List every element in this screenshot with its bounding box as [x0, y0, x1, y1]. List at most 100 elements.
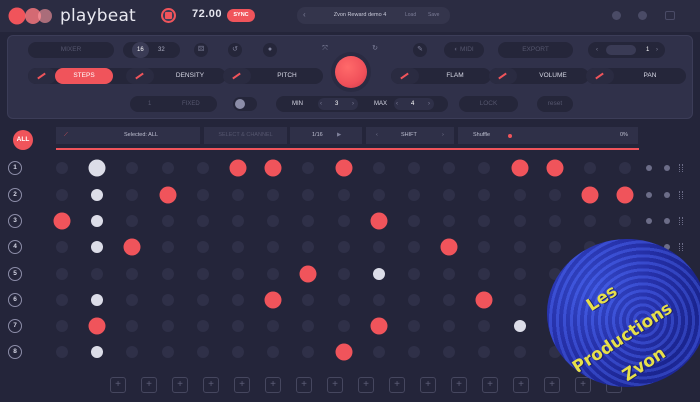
step-cell[interactable]: [161, 346, 174, 358]
step-cell[interactable]: [478, 320, 491, 332]
step-cell[interactable]: [196, 162, 209, 174]
expand-icon[interactable]: ⤧: [318, 42, 332, 56]
step-cell[interactable]: [337, 320, 350, 332]
shuffle-control[interactable]: Shuffle 0%: [458, 127, 638, 144]
step-cell[interactable]: [408, 268, 420, 280]
step-cell[interactable]: [443, 162, 456, 174]
step-cell[interactable]: [56, 189, 68, 201]
step-cell[interactable]: [548, 189, 561, 201]
step-cell[interactable]: [513, 241, 526, 253]
add-step-button[interactable]: +: [389, 377, 405, 393]
step-cell-active[interactable]: [546, 159, 564, 177]
max-increment-icon[interactable]: ›: [428, 96, 430, 112]
step-cell[interactable]: [337, 294, 350, 306]
steps-32-option[interactable]: 32: [158, 42, 165, 58]
step-cell[interactable]: [408, 189, 420, 201]
step-cell-active[interactable]: [229, 159, 247, 177]
preset-load-button[interactable]: Load: [405, 12, 416, 18]
lock-button[interactable]: LOCK: [459, 96, 518, 112]
step-cell-active[interactable]: [91, 241, 104, 253]
export-button[interactable]: EXPORT: [498, 42, 573, 58]
row-mute-toggle[interactable]: [646, 165, 652, 171]
add-step-button[interactable]: +: [141, 377, 157, 393]
step-cell[interactable]: [196, 320, 209, 332]
step-cell[interactable]: [232, 320, 244, 332]
step-cell[interactable]: [126, 215, 139, 227]
step-cell-active[interactable]: [91, 215, 104, 227]
pattern-pager[interactable]: ‹ 1 ›: [588, 42, 665, 58]
row-number[interactable]: 7: [8, 319, 22, 333]
step-cell-active[interactable]: [372, 268, 385, 280]
step-cell[interactable]: [408, 215, 420, 227]
add-step-button[interactable]: +: [234, 377, 250, 393]
step-cell[interactable]: [513, 294, 526, 306]
step-cell[interactable]: [584, 215, 596, 227]
step-cell-active[interactable]: [370, 317, 388, 335]
row-number[interactable]: 4: [8, 240, 22, 254]
step-cell[interactable]: [337, 189, 350, 201]
param-flam[interactable]: FLAM: [391, 68, 491, 84]
row-number[interactable]: 1: [8, 161, 22, 175]
add-step-button[interactable]: +: [327, 377, 343, 393]
step-cell[interactable]: [196, 346, 209, 358]
step-cell-active[interactable]: [335, 159, 353, 177]
pager-prev-icon[interactable]: ‹: [596, 42, 598, 58]
step-cell[interactable]: [372, 294, 385, 306]
select-channel-button[interactable]: SELECT & CHANNEL: [204, 127, 287, 144]
rate-selector[interactable]: 1/16 ▶: [290, 127, 362, 144]
add-step-button[interactable]: +: [358, 377, 374, 393]
step-cell[interactable]: [478, 346, 491, 358]
preset-prev-icon[interactable]: ‹: [303, 10, 306, 19]
step-cell-active[interactable]: [88, 317, 106, 335]
step-cell[interactable]: [619, 162, 632, 174]
step-cell-active[interactable]: [513, 320, 526, 332]
step-cell[interactable]: [126, 268, 139, 280]
all-channels-button[interactable]: ALL: [13, 130, 33, 150]
step-cell[interactable]: [584, 162, 596, 174]
step-cell[interactable]: [232, 189, 244, 201]
row-drag-handle[interactable]: [679, 217, 683, 225]
row-solo-toggle[interactable]: [664, 218, 670, 224]
add-step-button[interactable]: +: [296, 377, 312, 393]
step-cell[interactable]: [126, 320, 139, 332]
param-pan[interactable]: PAN: [586, 68, 686, 84]
refresh-icon[interactable]: ↻: [368, 42, 382, 56]
midi-toggle[interactable]: ◐ MIDI: [444, 42, 484, 58]
step-cell-active[interactable]: [581, 186, 599, 204]
step-cell[interactable]: [56, 268, 68, 280]
step-cell-active[interactable]: [475, 291, 493, 309]
step-cell[interactable]: [302, 294, 315, 306]
add-step-button[interactable]: +: [575, 377, 591, 393]
sync-button[interactable]: SYNC: [227, 9, 255, 22]
add-step-button[interactable]: +: [203, 377, 219, 393]
step-cell[interactable]: [302, 162, 315, 174]
step-cell[interactable]: [408, 294, 420, 306]
step-cell[interactable]: [232, 215, 244, 227]
step-cell[interactable]: [337, 215, 350, 227]
add-step-button[interactable]: +: [544, 377, 560, 393]
shuffle-slider-handle[interactable]: [508, 134, 512, 138]
row-number[interactable]: 6: [8, 293, 22, 307]
step-cell[interactable]: [232, 241, 244, 253]
step-cell[interactable]: [478, 162, 491, 174]
shift-right-icon[interactable]: ›: [442, 127, 444, 144]
max-decrement-icon[interactable]: ‹: [396, 96, 398, 112]
step-cell[interactable]: [267, 215, 280, 227]
add-step-button[interactable]: +: [482, 377, 498, 393]
step-cell[interactable]: [56, 162, 68, 174]
step-cell[interactable]: [408, 162, 420, 174]
row-solo-toggle[interactable]: [664, 165, 670, 171]
row-drag-handle[interactable]: [679, 191, 683, 199]
row-number[interactable]: 8: [8, 345, 22, 359]
step-cell[interactable]: [267, 320, 280, 332]
step-cell[interactable]: [196, 189, 209, 201]
step-cell-active[interactable]: [335, 343, 353, 361]
step-cell[interactable]: [513, 346, 526, 358]
add-step-button[interactable]: +: [172, 377, 188, 393]
min-decrement-icon[interactable]: ‹: [320, 96, 322, 112]
fixed-label[interactable]: FIXED: [182, 96, 200, 112]
step-cell[interactable]: [619, 215, 632, 227]
step-cell[interactable]: [161, 320, 174, 332]
step-cell[interactable]: [232, 268, 244, 280]
step-cell[interactable]: [443, 215, 456, 227]
